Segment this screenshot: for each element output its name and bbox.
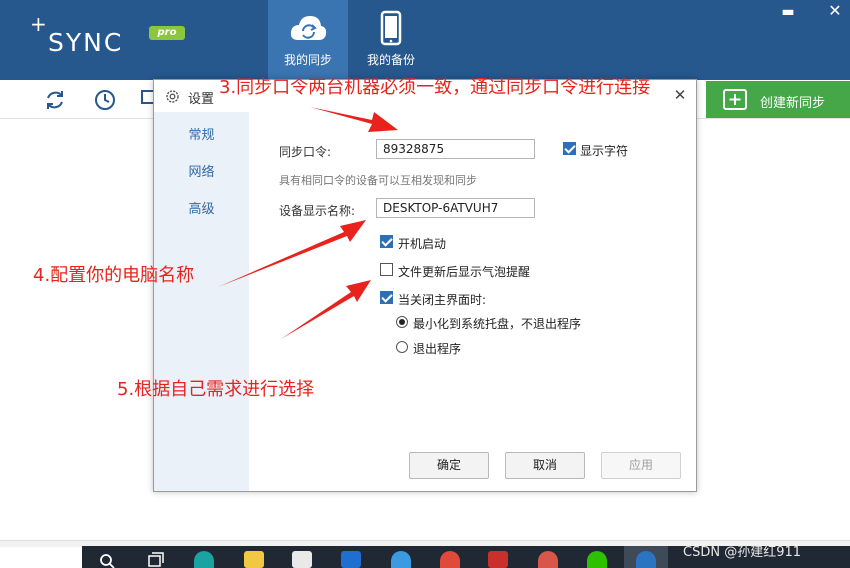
tab-my-sync-label: 我的同步 <box>283 53 332 67</box>
sync-app-icon[interactable] <box>636 551 656 568</box>
annotation-step5: 5.根据自己需求进行选择 <box>117 379 315 400</box>
exit-program-label: 退出程序 <box>413 342 462 356</box>
add-folder-icon <box>723 89 747 110</box>
ok-button[interactable]: 确定 <box>409 452 489 479</box>
settings-dialog: 设置 ✕ 常规 网络 高级 同步口令: 89328875 显示字符 具有相同口令… <box>153 79 697 492</box>
minimize-to-tray-label: 最小化到系统托盘，不退出程序 <box>413 317 582 331</box>
on-close-checkbox[interactable] <box>380 291 393 304</box>
mail-icon[interactable] <box>341 551 361 568</box>
sync-password-hint: 具有相同口令的设备可以互相发现和同步 <box>279 174 477 187</box>
annotation-step3: 3.同步口令两台机器必须一致，通过同步口令进行连接 <box>219 77 651 98</box>
csdn-watermark: CSDN @孙建红911 <box>683 545 802 560</box>
create-new-sync-button[interactable]: 创建新同步 <box>706 81 850 118</box>
exit-program-radio[interactable] <box>396 341 408 353</box>
dialog-close-button[interactable]: ✕ <box>672 86 688 104</box>
tab-my-sync[interactable]: 我的同步 <box>268 0 348 80</box>
refresh-icon[interactable] <box>43 88 67 112</box>
gear-icon <box>166 90 179 103</box>
annotation-step4: 4.配置你的电脑名称 <box>33 265 195 286</box>
sync-password-field[interactable]: 89328875 <box>376 139 535 159</box>
file-explorer-icon[interactable] <box>244 551 264 568</box>
store-icon[interactable] <box>292 551 312 568</box>
task-view-icon[interactable] <box>146 551 166 568</box>
apply-button[interactable]: 应用 <box>601 452 681 479</box>
startup-checkbox[interactable] <box>380 235 393 248</box>
logo-plus: + <box>30 12 48 36</box>
sidebar-item-advanced[interactable]: 高级 <box>154 198 249 217</box>
tab-my-backup-label: 我的备份 <box>366 53 415 67</box>
minimize-button[interactable]: ▬ <box>778 4 798 20</box>
app-icon[interactable] <box>538 551 558 568</box>
close-window-button[interactable]: ✕ <box>825 2 845 20</box>
bubble-notify-checkbox[interactable] <box>380 263 393 276</box>
logo-text: SYNC <box>48 28 124 57</box>
minimize-to-tray-radio[interactable] <box>396 316 408 328</box>
ie-icon[interactable] <box>391 551 411 568</box>
chrome-icon[interactable] <box>440 551 460 568</box>
show-chars-checkbox[interactable] <box>563 142 576 155</box>
wechat-icon[interactable] <box>587 551 607 568</box>
phone-icon <box>380 10 402 46</box>
wps-icon[interactable] <box>488 551 508 568</box>
create-new-sync-label: 创建新同步 <box>760 96 826 111</box>
startup-label: 开机启动 <box>398 237 447 251</box>
sync-password-label: 同步口令: <box>279 145 332 159</box>
device-name-label: 设备显示名称: <box>279 204 356 218</box>
sidebar-item-general[interactable]: 常规 <box>154 124 249 143</box>
clock-icon[interactable] <box>93 88 117 112</box>
cloud-sync-icon <box>290 16 327 40</box>
tab-my-backup[interactable]: 我的备份 <box>351 0 431 80</box>
edge-icon[interactable] <box>194 551 214 568</box>
pro-badge: pro <box>149 26 185 40</box>
search-icon[interactable] <box>97 551 117 568</box>
bubble-notify-label: 文件更新后显示气泡提醒 <box>398 265 531 279</box>
show-chars-label: 显示字符 <box>580 144 629 158</box>
sidebar-item-network[interactable]: 网络 <box>154 161 249 180</box>
cancel-button[interactable]: 取消 <box>505 452 585 479</box>
dialog-title: 设置 <box>188 92 215 107</box>
device-name-field[interactable]: DESKTOP-6ATVUH7 <box>376 198 535 218</box>
on-close-label: 当关闭主界面时: <box>398 293 487 307</box>
